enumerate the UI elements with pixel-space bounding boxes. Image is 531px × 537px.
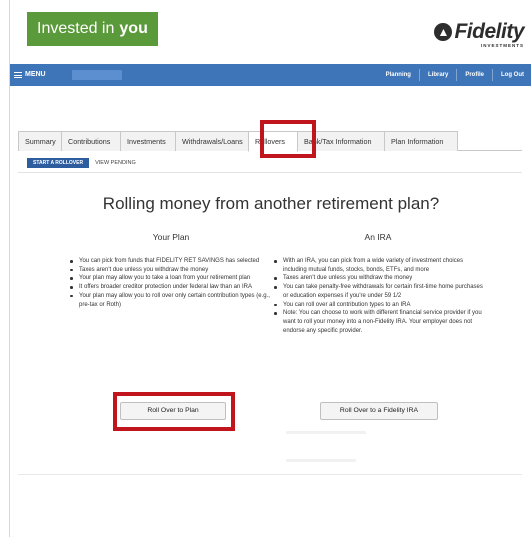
nav-link-library[interactable]: Library (418, 69, 456, 81)
logo-sub: INVESTMENTS (480, 43, 524, 48)
top-navbar: MENU Planning Library Profile Log Out (10, 64, 531, 86)
list-item: With an IRA, you can pick from a wide va… (272, 257, 484, 274)
tab-investments[interactable]: Investments (120, 131, 176, 151)
an-ira-title: An IRA (364, 232, 392, 242)
tab-summary[interactable]: Summary (18, 131, 62, 151)
your-plan-title: Your Plan (152, 232, 190, 242)
list-item: Taxes aren't due unless you withdraw the… (68, 266, 274, 275)
hamburger-icon (14, 72, 22, 78)
list-item: Taxes aren't due unless you withdraw the… (272, 274, 484, 283)
list-item: It offers broader creditor protection un… (68, 283, 274, 292)
list-item: Note: You can choose to work with differ… (272, 309, 484, 335)
roll-over-to-plan-button[interactable]: Roll Over to Plan (120, 402, 226, 420)
an-ira-bullets: With an IRA, you can pick from a wide va… (272, 257, 484, 335)
faint-text-line (286, 431, 366, 434)
your-plan-bullets: You can pick from funds that FIDELITY RE… (68, 257, 274, 309)
your-plan-column: Your Plan You can pick from funds that F… (68, 232, 274, 309)
plan-tabs: Summary Contributions Investments Withdr… (18, 131, 522, 152)
account-name-placeholder (72, 70, 122, 80)
list-item: You can take penalty-free withdrawals fo… (272, 283, 484, 300)
list-item: Your plan may allow you to roll over onl… (68, 292, 274, 309)
brand-header: Invested in you ▲ Fidelity INVESTMENTS (10, 0, 531, 64)
list-item: You can roll over all contribution types… (272, 301, 484, 310)
invested-in-you-banner: Invested in you (27, 12, 158, 46)
list-item: Your plan may allow you to take a loan f… (68, 274, 274, 283)
faint-text-line (286, 459, 356, 462)
tab-contributions[interactable]: Contributions (61, 131, 121, 151)
rollover-subnav: START A ROLLOVER VIEW PENDING (27, 157, 136, 169)
logo-word: Fidelity (454, 20, 524, 43)
menu-button[interactable]: MENU (14, 64, 46, 86)
fidelity-logo[interactable]: ▲ Fidelity INVESTMENTS (434, 20, 524, 48)
roll-over-to-fidelity-ira-button[interactable]: Roll Over to a Fidelity IRA (320, 402, 438, 420)
subnav-divider (18, 172, 522, 173)
view-pending-link[interactable]: VIEW PENDING (95, 160, 136, 166)
page-title: Rolling money from another retirement pl… (102, 194, 440, 213)
nav-link-planning[interactable]: Planning (378, 69, 419, 81)
invested-you-text: you (119, 20, 148, 37)
start-a-rollover-button[interactable]: START A ROLLOVER (27, 158, 90, 168)
fidelity-pyramid-icon: ▲ (434, 23, 453, 41)
content-divider (18, 474, 522, 475)
tab-bank-tax-information[interactable]: Bank/Tax Information (297, 131, 385, 151)
nav-links: Planning Library Profile Log Out (378, 64, 531, 86)
invested-text: Invested in (37, 20, 115, 37)
tab-plan-information[interactable]: Plan Information (384, 131, 458, 151)
tab-withdrawals-loans[interactable]: Withdrawals/Loans (175, 131, 249, 151)
list-item: You can pick from funds that FIDELITY RE… (68, 257, 274, 266)
an-ira-column: An IRA With an IRA, you can pick from a … (272, 232, 484, 335)
nav-link-logout[interactable]: Log Out (492, 69, 531, 81)
page-frame: Invested in you ▲ Fidelity INVESTMENTS M… (9, 0, 531, 537)
nav-link-profile[interactable]: Profile (456, 69, 492, 81)
tab-rollovers[interactable]: Rollovers (248, 131, 298, 152)
menu-label: MENU (25, 71, 46, 78)
